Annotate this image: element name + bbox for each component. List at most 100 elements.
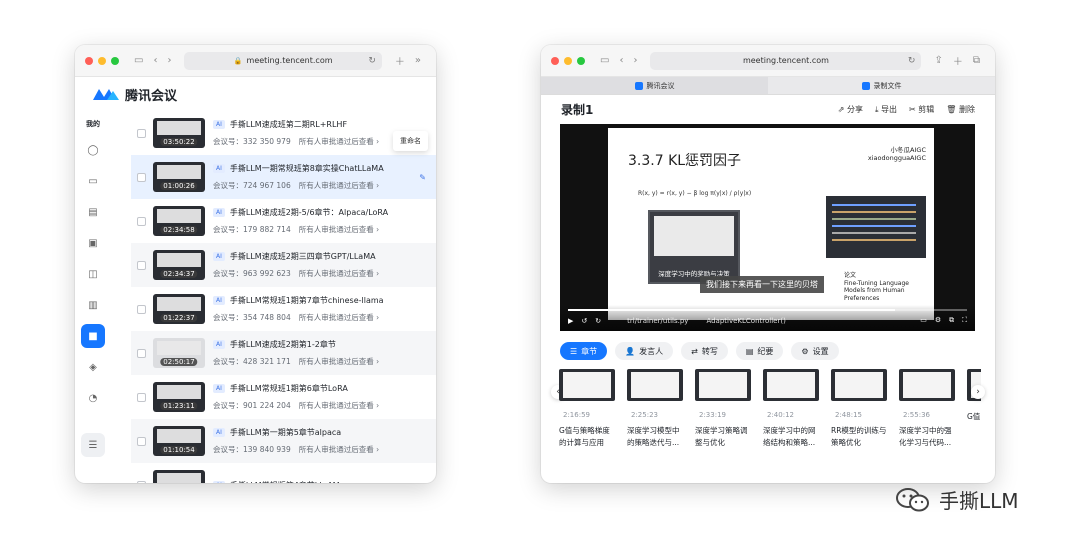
tab-tencent-meeting[interactable]: 腾讯会议 xyxy=(541,77,768,94)
sidebar-item-contacts[interactable]: ◯ xyxy=(81,138,105,162)
recording-title[interactable]: AI 手撕LLM速成班2期第1-2章节 xyxy=(213,339,436,350)
minimize-window-button[interactable] xyxy=(98,56,106,65)
maximize-window-button[interactable] xyxy=(111,56,119,65)
table-row[interactable]: 03:50:22 AI 手撕LLM速成班第二期RL+RLHF 会议号：332 350 … xyxy=(131,111,436,155)
recording-thumbnail[interactable] xyxy=(153,470,205,483)
recording-thumbnail[interactable]: 01:23:11 xyxy=(153,382,205,412)
chapter-item[interactable]: 2:25:23 深度学习模型中的策略迭代与... xyxy=(627,369,683,449)
table-row[interactable]: 02:34:58 AI 手撕LLM速成班2期-5/6章节：Alpaca/LoRA 会议… xyxy=(131,199,436,243)
sidebar-item-wallet[interactable]: ◫ xyxy=(81,262,105,286)
chapter-item[interactable]: 2:55:36 深度学习中的强化学习与代码... xyxy=(899,369,955,449)
recording-thumbnail[interactable]: 02:34:58 xyxy=(153,206,205,236)
share-button[interactable]: ⇗ 分享 xyxy=(838,104,863,115)
recording-thumbnail[interactable]: 02:50:17 xyxy=(153,338,205,368)
table-row[interactable]: 01:00:26 AI 手撕LLM一期常规班第8章实操ChatLLaMA 会议号：72… xyxy=(131,155,436,199)
row-checkbox[interactable] xyxy=(137,172,146,182)
picture-in-picture[interactable]: 深度学习中的奖励与决策 xyxy=(648,210,740,284)
close-window-button[interactable] xyxy=(551,56,559,65)
back-icon[interactable]: ‹ xyxy=(153,55,157,66)
recording-thumbnail[interactable]: 01:00:26 xyxy=(153,162,205,192)
chapter-item[interactable]: 2:40:12 深度学习中的网络结构和策略... xyxy=(763,369,819,449)
table-row[interactable]: 01:23:11 AI 手撕LLM常规班1期第6章节LoRA 会议号：901 224 … xyxy=(131,375,436,419)
delete-button[interactable]: 🗑 删除 xyxy=(946,104,975,115)
pip-toggle-icon[interactable]: ⧉ xyxy=(949,316,954,325)
table-row[interactable]: 01:10:54 AI 手撕LLM第一期第5章节alpaca 会议号：139 840 … xyxy=(131,419,436,463)
permission-link[interactable]: 所有人审批通过后查看 › xyxy=(299,313,379,322)
recording-title[interactable]: AI 手撕LLM速成班2期-5/6章节：Alpaca/LoRA xyxy=(213,207,436,218)
export-button[interactable]: ⤓ 导出 xyxy=(875,104,897,115)
tab-speakers[interactable]: 👤 发言人 xyxy=(615,342,674,360)
recording-title[interactable]: AI 手撕LLM常规班1期第6章节LoRA xyxy=(213,383,436,394)
new-tab-icon[interactable]: ＋ xyxy=(395,53,405,68)
play-icon[interactable]: ▶ xyxy=(568,317,573,325)
reload-icon[interactable]: ↻ xyxy=(368,56,376,66)
minimize-window-button[interactable] xyxy=(564,56,572,65)
sidebar-menu-button[interactable]: ☰ xyxy=(81,433,105,457)
sidebar-item-layers[interactable]: ◈ xyxy=(81,355,105,379)
tab-chapters[interactable]: ☰ 章节 xyxy=(560,342,608,360)
forward-icon[interactable]: › xyxy=(633,55,637,66)
clip-button[interactable]: ✂ 剪辑 xyxy=(909,104,934,115)
address-bar[interactable]: 🔒 meeting.tencent.com ↻ xyxy=(184,51,382,70)
permission-link[interactable]: 所有人审批通过后查看 › xyxy=(299,137,379,146)
new-tab-icon[interactable]: ＋ xyxy=(953,53,963,68)
sidebar-item-recordings[interactable]: ■ xyxy=(81,324,105,348)
row-checkbox[interactable] xyxy=(137,260,146,270)
permission-link[interactable]: 所有人审批通过后查看 › xyxy=(299,401,379,410)
sidebar-toggle-icon[interactable]: ▭ xyxy=(600,55,609,66)
rewind-icon[interactable]: ↺ xyxy=(581,317,587,325)
recording-thumbnail[interactable]: 01:10:54 xyxy=(153,426,205,456)
row-checkbox[interactable] xyxy=(137,348,146,358)
recording-title[interactable]: AI 手撕LLM速成班第二期RL+RLHF xyxy=(213,119,436,130)
recording-title[interactable]: AI手撕LLM常规版第4章节LLaMA xyxy=(213,480,436,483)
recording-thumbnail[interactable]: 03:50:22 xyxy=(153,118,205,148)
recording-title[interactable]: AI 手撕LLM常规班1期第7章节chinese-llama xyxy=(213,295,436,306)
row-checkbox[interactable] xyxy=(137,128,146,138)
row-checkbox[interactable] xyxy=(137,436,146,446)
chapter-item[interactable]: 2:33:19 深度学习策略调整与优化 xyxy=(695,369,751,449)
permission-link[interactable]: 所有人审批通过后查看 › xyxy=(299,357,379,366)
row-checkbox[interactable] xyxy=(137,304,146,314)
recording-thumbnail[interactable]: 01:22:37 xyxy=(153,294,205,324)
tab-transcript[interactable]: ⇄ 转写 xyxy=(681,342,728,360)
chapter-item[interactable]: G值... xyxy=(967,369,981,449)
row-checkbox[interactable] xyxy=(137,392,146,402)
chapter-item[interactable]: 2:48:15 RR模型的训练与策略优化 xyxy=(831,369,887,449)
row-checkbox[interactable] xyxy=(137,216,146,226)
permission-link[interactable]: 所有人审批通过后查看 › xyxy=(299,181,379,190)
chapter-next-button[interactable]: › xyxy=(971,385,985,399)
sidebar-item-timer[interactable]: ◔ xyxy=(81,386,105,410)
recording-title[interactable]: AI 手撕LLM第一期第5章节alpaca xyxy=(213,427,436,438)
video-player[interactable]: 3.3.7 KL惩罚因子 小冬瓜AIGC xiaodongguaAIGC R(x… xyxy=(560,124,975,331)
row-checkbox[interactable] xyxy=(137,480,146,483)
table-row[interactable]: 02:50:17 AI 手撕LLM速成班2期第1-2章节 会议号：428 321 17… xyxy=(131,331,436,375)
back-icon[interactable]: ‹ xyxy=(619,55,623,66)
permission-link[interactable]: 所有人审批通过后查看 › xyxy=(299,225,379,234)
permission-link[interactable]: 所有人审批通过后查看 › xyxy=(299,269,379,278)
recording-thumbnail[interactable]: 02:34:37 xyxy=(153,250,205,280)
speed-icon[interactable]: ⚙ xyxy=(935,316,941,325)
table-row[interactable]: 01:22:37 AI 手撕LLM常规班1期第7章节chinese-llama 会议号… xyxy=(131,287,436,331)
tab-settings[interactable]: ⚙ 设置 xyxy=(791,342,839,360)
sidebar-toggle-icon[interactable]: ▭ xyxy=(134,55,143,66)
progress-bar[interactable] xyxy=(568,309,967,311)
close-window-button[interactable] xyxy=(85,56,93,65)
sidebar-item-display[interactable]: ▭ xyxy=(81,169,105,193)
reload-icon[interactable]: ↻ xyxy=(908,56,916,66)
tab-overview-icon[interactable]: ⧉ xyxy=(973,55,980,66)
table-row[interactable]: 02:34:37 AI 手撕LLM速成班2期三四章节GPT/LLaMA 会议号：963… xyxy=(131,243,436,287)
share-page-icon[interactable]: ⇪ xyxy=(934,55,942,66)
chapter-item[interactable]: 2:16:59 G值与策略梯度的计算与应用 xyxy=(559,369,615,449)
recording-title[interactable]: AI 手撕LLM一期常规班第8章实操ChatLLaMA xyxy=(213,163,436,174)
permission-link[interactable]: 所有人审批通过后查看 › xyxy=(299,445,379,454)
forward-icon[interactable]: › xyxy=(167,55,171,66)
tab-minutes[interactable]: ▤ 纪要 xyxy=(735,342,784,360)
tab-recording-files[interactable]: 录制文件 xyxy=(768,77,995,94)
forward-icon[interactable]: ↻ xyxy=(595,317,601,325)
maximize-window-button[interactable] xyxy=(577,56,585,65)
sidebar-item-notes[interactable]: ▥ xyxy=(81,293,105,317)
sidebar-item-inbox[interactable]: ▣ xyxy=(81,231,105,255)
address-bar[interactable]: meeting.tencent.com ↻ xyxy=(650,51,922,70)
table-row[interactable]: AI手撕LLM常规版第4章节LLaMA xyxy=(131,463,436,483)
edit-pencil-icon[interactable]: ✎ xyxy=(419,173,426,182)
